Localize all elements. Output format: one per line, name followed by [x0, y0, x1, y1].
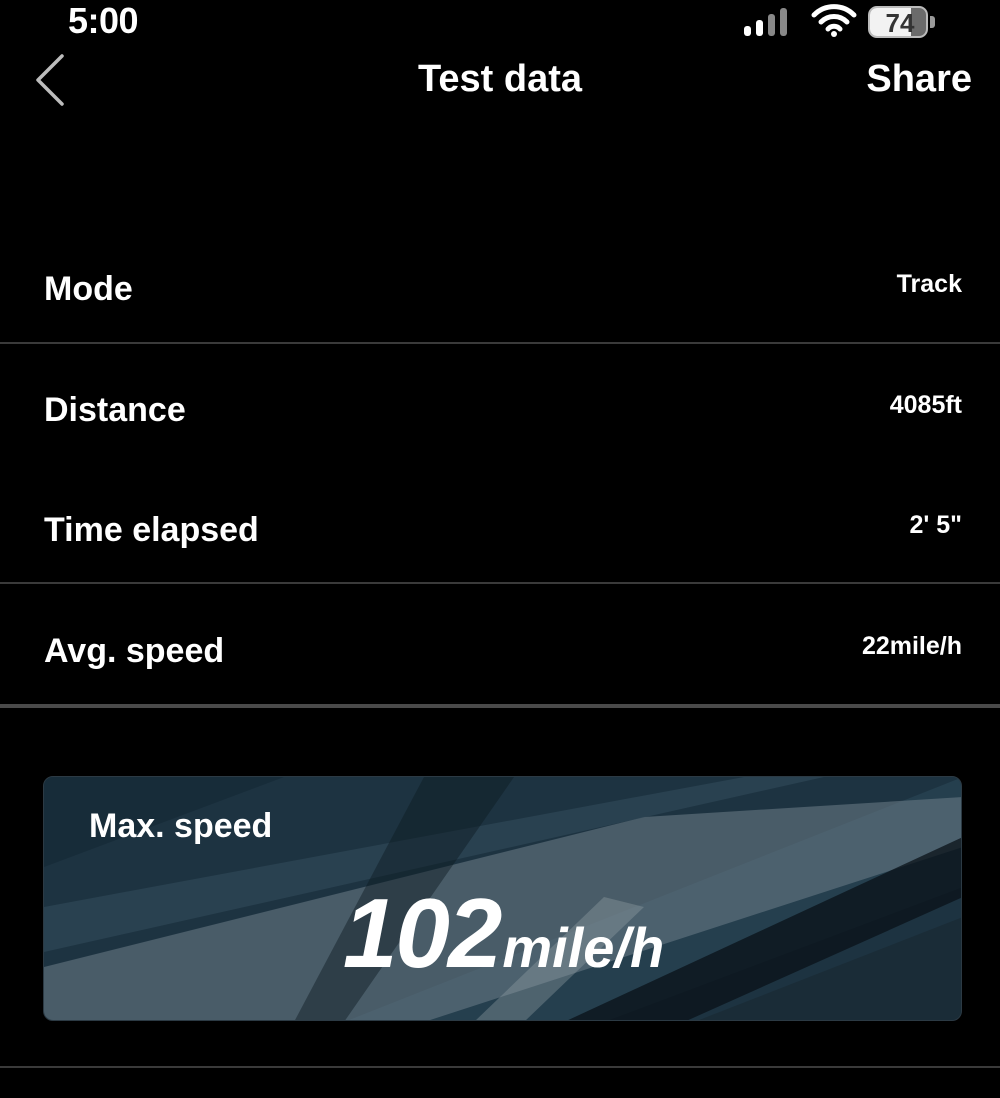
max-speed-value: 102 [342, 878, 503, 988]
mode-value: Track [896, 270, 962, 298]
avg-speed-value: 22mile/h [861, 632, 962, 660]
battery-cap [930, 16, 935, 28]
page-title: Test data [417, 58, 582, 100]
time-elapsed-value: 2' 5" [909, 511, 962, 539]
section-divider [0, 704, 1000, 708]
mode-label: Mode [44, 270, 133, 308]
battery-icon: 74 [868, 6, 936, 38]
back-button[interactable] [30, 52, 74, 108]
max-speed-unit: mile/h [502, 916, 665, 979]
chevron-left-icon [36, 54, 64, 106]
max-speed-readout: 102mile/h [44, 877, 961, 990]
distance-row: Distance 4085ft [0, 350, 1000, 470]
row-divider [0, 582, 1000, 584]
time-elapsed-label: Time elapsed [44, 511, 259, 549]
mode-row: Mode Track [0, 230, 1000, 350]
time-elapsed-row: Time elapsed 2' 5" [0, 470, 1000, 590]
share-button[interactable]: Share [866, 58, 972, 101]
max-speed-label: Max. speed [89, 807, 273, 845]
avg-speed-row: Avg. speed 22mile/h [0, 590, 1000, 710]
avg-speed-label: Avg. speed [44, 632, 225, 670]
status-bar: 5:00 74 [0, 0, 1000, 44]
test-data-screen: 5:00 74 Test data Share Mode Track Dista… [0, 0, 1000, 1098]
distance-value: 4085ft [889, 391, 962, 419]
bottom-divider [0, 1066, 1000, 1068]
status-time: 5:00 [68, 0, 139, 41]
battery-body: 74 [868, 6, 928, 38]
cellular-signal-icon [744, 8, 787, 36]
max-speed-card: Max. speed 102mile/h [43, 776, 962, 1021]
wifi-icon [811, 4, 857, 37]
battery-percent: 74 [885, 8, 915, 38]
row-divider [0, 342, 1000, 344]
distance-label: Distance [44, 391, 186, 429]
